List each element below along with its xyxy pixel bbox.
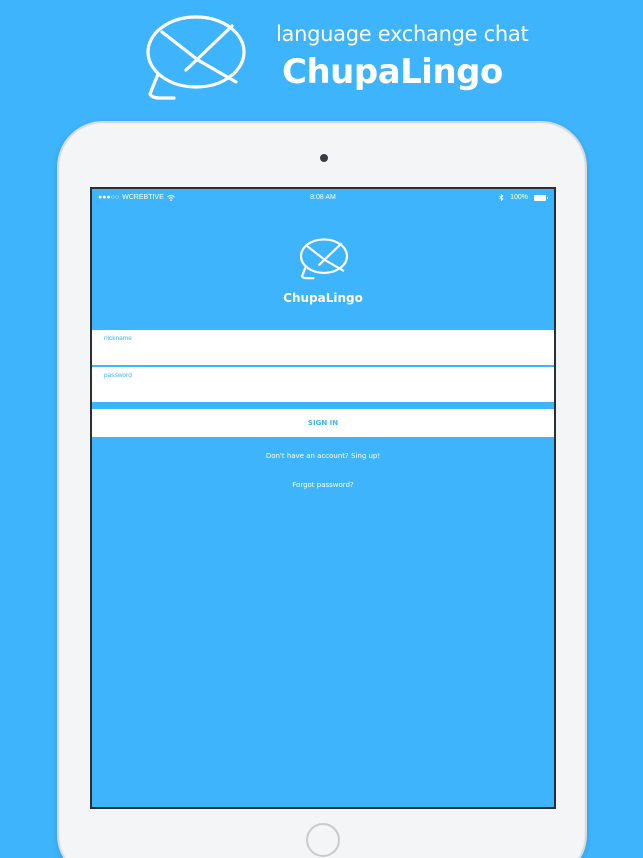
sign-in-button[interactable]: SIGN IN [92,409,554,437]
status-time: 8:08 AM [310,194,336,201]
sign-up-link[interactable]: Don't have an account? Sing up! [92,452,554,460]
nickname-field[interactable]: nickname [92,330,554,366]
camera-icon [320,154,328,162]
promo-brand-title: ChupaLingo [282,52,503,92]
nickname-label: nickname [104,335,132,342]
status-right: 100% [499,194,548,201]
forgot-password-link[interactable]: Forgot password? [92,481,554,489]
battery-percent: 100% [510,194,528,201]
promo-tagline: language exchange chat [276,22,529,46]
password-input[interactable] [104,381,544,399]
battery-icon [534,194,548,201]
tablet-frame: ●●●○○ WCREBTIVE 8:08 AM 100% ChupaLingo … [57,121,587,858]
password-label: password [104,372,132,379]
password-field[interactable]: password [92,367,554,403]
status-bar: ●●●○○ WCREBTIVE 8:08 AM 100% [92,189,554,205]
app-screen: ●●●○○ WCREBTIVE 8:08 AM 100% ChupaLingo … [90,187,556,809]
nickname-input[interactable] [104,344,544,362]
home-button[interactable] [306,823,340,857]
app-title: ChupaLingo [283,291,363,305]
app-logo-icon [299,238,349,280]
bluetooth-icon [499,194,504,201]
promo-logo-icon [146,15,246,100]
